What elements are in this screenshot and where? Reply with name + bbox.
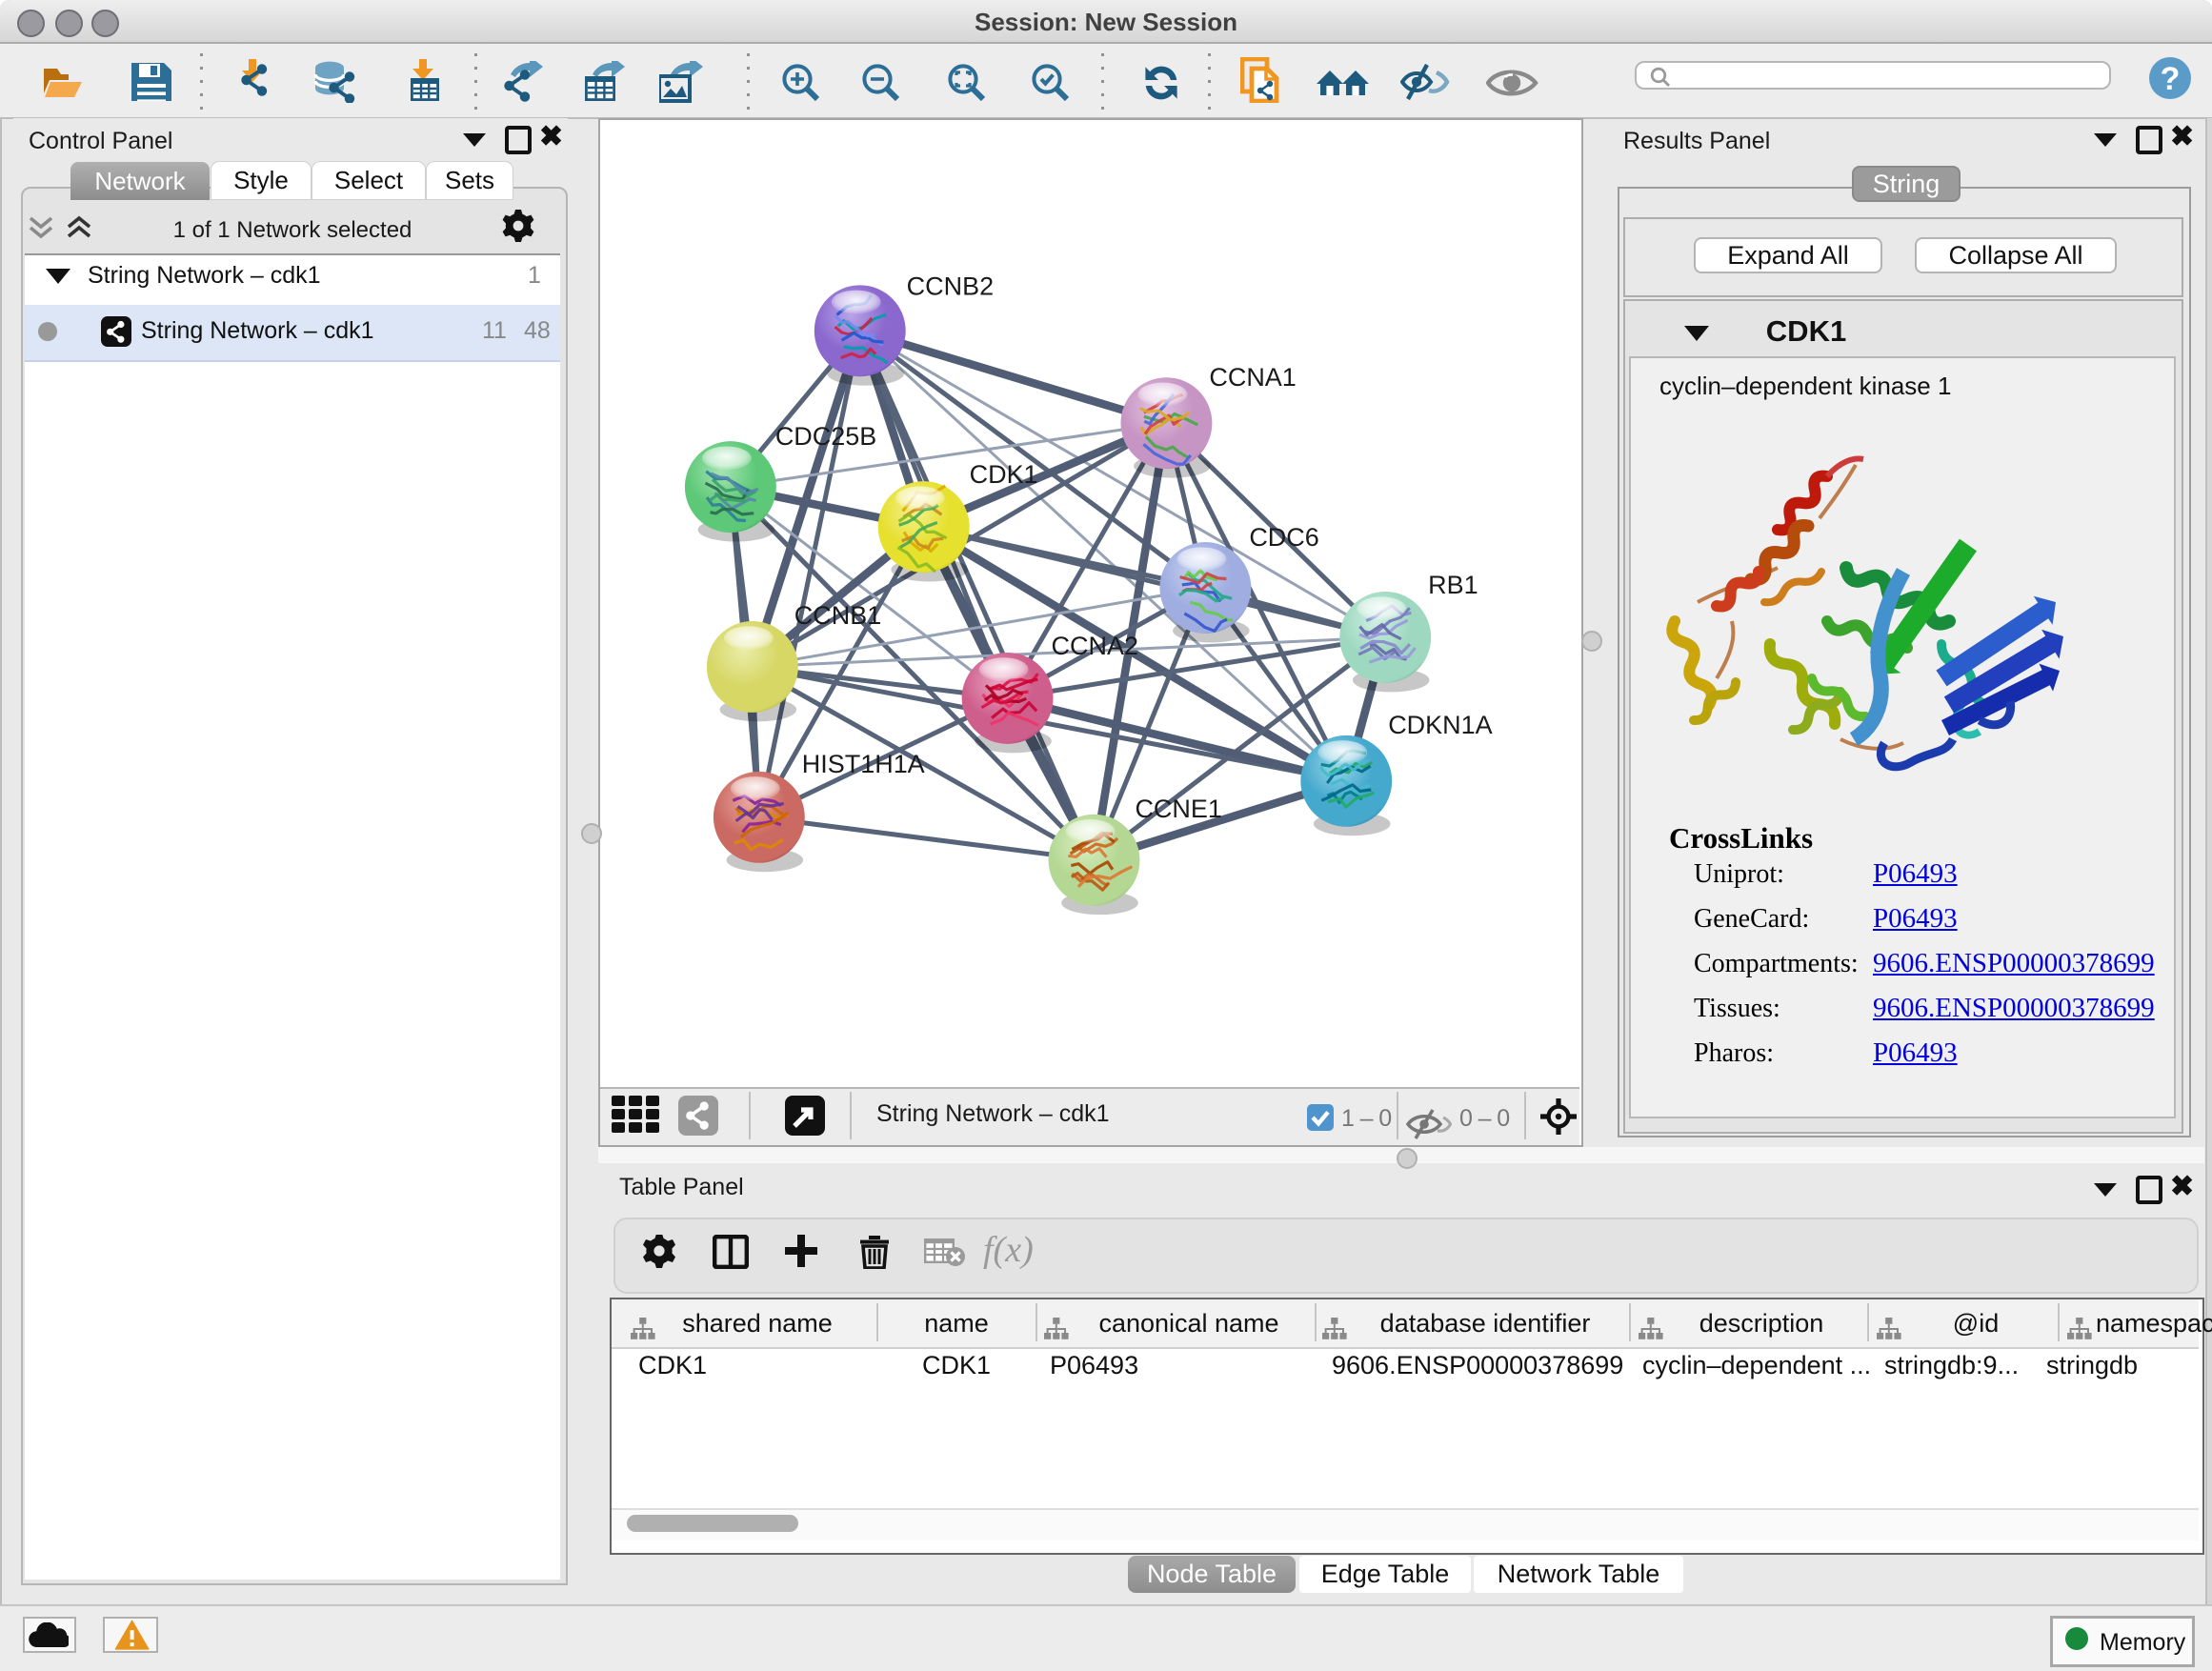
svg-text:CCNB1: CCNB1 bbox=[794, 601, 881, 630]
svg-text:CDC25B: CDC25B bbox=[775, 422, 876, 451]
svg-text:HIST1H1A: HIST1H1A bbox=[802, 750, 925, 778]
svg-text:RB1: RB1 bbox=[1428, 571, 1478, 599]
svg-text:CCNE1: CCNE1 bbox=[1135, 795, 1221, 823]
svg-text:CDKN1A: CDKN1A bbox=[1388, 711, 1492, 739]
svg-text:CDC6: CDC6 bbox=[1249, 523, 1318, 552]
svg-text:?: ? bbox=[2161, 61, 2181, 97]
svg-text:CCNB2: CCNB2 bbox=[907, 272, 994, 300]
svg-text:CCNA2: CCNA2 bbox=[1052, 632, 1138, 660]
svg-text:CDK1: CDK1 bbox=[970, 460, 1038, 489]
svg-text:CCNA1: CCNA1 bbox=[1209, 363, 1296, 392]
